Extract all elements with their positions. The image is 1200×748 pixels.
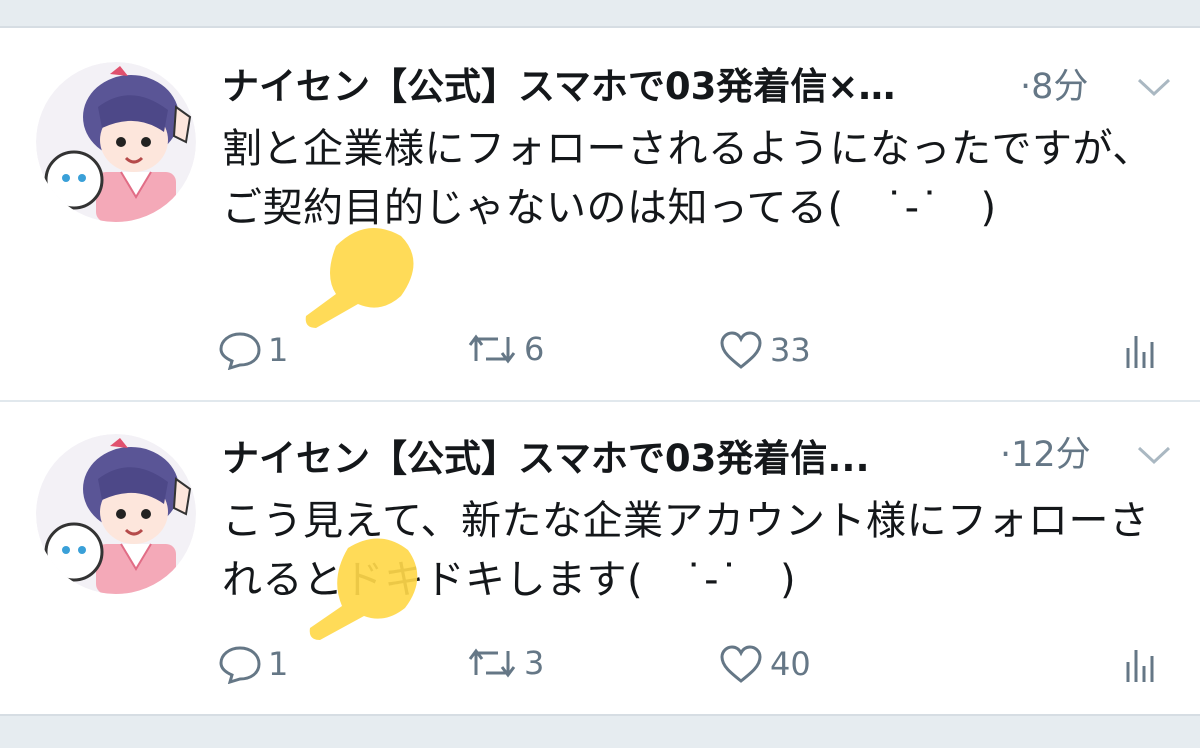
retweet-icon (468, 648, 516, 678)
tweet-2[interactable]: ナイセン【公式】スマホで03発着信... ·12分 こう見えて、新たな企業アカウ… (0, 402, 1200, 714)
retweet-count: 6 (524, 330, 545, 368)
retweet-icon (468, 334, 516, 364)
analytics-button[interactable] (1122, 330, 1158, 370)
heart-icon (720, 645, 762, 683)
tweet-1[interactable]: ナイセン【公式】スマホで03発着信×… ·8分 割と企業様にフォローされるように… (0, 28, 1200, 400)
retweet-button[interactable]: 3 (466, 644, 544, 682)
like-button[interactable]: 40 (718, 644, 811, 684)
timestamp[interactable]: ·8分 (1020, 64, 1088, 110)
retweet-button[interactable]: 6 (466, 330, 544, 368)
avatar[interactable] (36, 434, 196, 594)
retweet-count: 3 (524, 644, 545, 682)
bottom-divider (0, 714, 1200, 748)
timestamp[interactable]: ·12分 (1000, 432, 1091, 478)
heart-icon (720, 331, 762, 369)
chevron-down-icon[interactable] (1135, 442, 1173, 468)
reply-count: 1 (268, 645, 289, 683)
highlight-mark (300, 528, 430, 652)
analytics-icon (1126, 336, 1154, 368)
like-count: 40 (770, 645, 811, 683)
top-divider (0, 0, 1200, 28)
reply-button[interactable]: 1 (218, 644, 288, 684)
chevron-down-icon[interactable] (1135, 74, 1173, 100)
highlight-mark (296, 216, 426, 340)
reply-count: 1 (268, 331, 289, 369)
reply-icon (219, 332, 261, 370)
avatar[interactable] (36, 62, 196, 222)
like-button[interactable]: 33 (718, 330, 811, 370)
analytics-button[interactable] (1122, 644, 1158, 684)
display-name[interactable]: ナイセン【公式】スマホで03発着信×… (222, 64, 1012, 110)
display-name[interactable]: ナイセン【公式】スマホで03発着信... (222, 436, 1012, 482)
reply-icon (219, 646, 261, 684)
analytics-icon (1126, 650, 1154, 682)
like-count: 33 (770, 331, 811, 369)
reply-button[interactable]: 1 (218, 330, 288, 370)
